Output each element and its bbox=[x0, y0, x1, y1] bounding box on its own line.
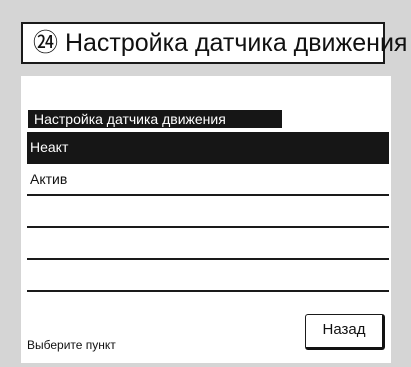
menu-list: Неакт Актив bbox=[27, 132, 389, 292]
menu-item-active[interactable]: Актив bbox=[27, 164, 389, 196]
menu-header: Настройка датчика движения bbox=[28, 110, 282, 128]
menu-screen: Настройка датчика движения Неакт Актив В… bbox=[21, 76, 391, 363]
menu-item-empty bbox=[27, 260, 389, 292]
menu-item-empty bbox=[27, 228, 389, 260]
status-hint: Выберите пункт bbox=[27, 338, 116, 352]
title-bar: ㉔ Настройка датчика движения bbox=[21, 22, 407, 64]
menu-item-inactive[interactable]: Неакт bbox=[27, 132, 389, 164]
back-button[interactable]: Назад bbox=[305, 314, 385, 350]
page-title: ㉔ Настройка датчика движения bbox=[33, 28, 408, 57]
menu-item-empty bbox=[27, 196, 389, 228]
